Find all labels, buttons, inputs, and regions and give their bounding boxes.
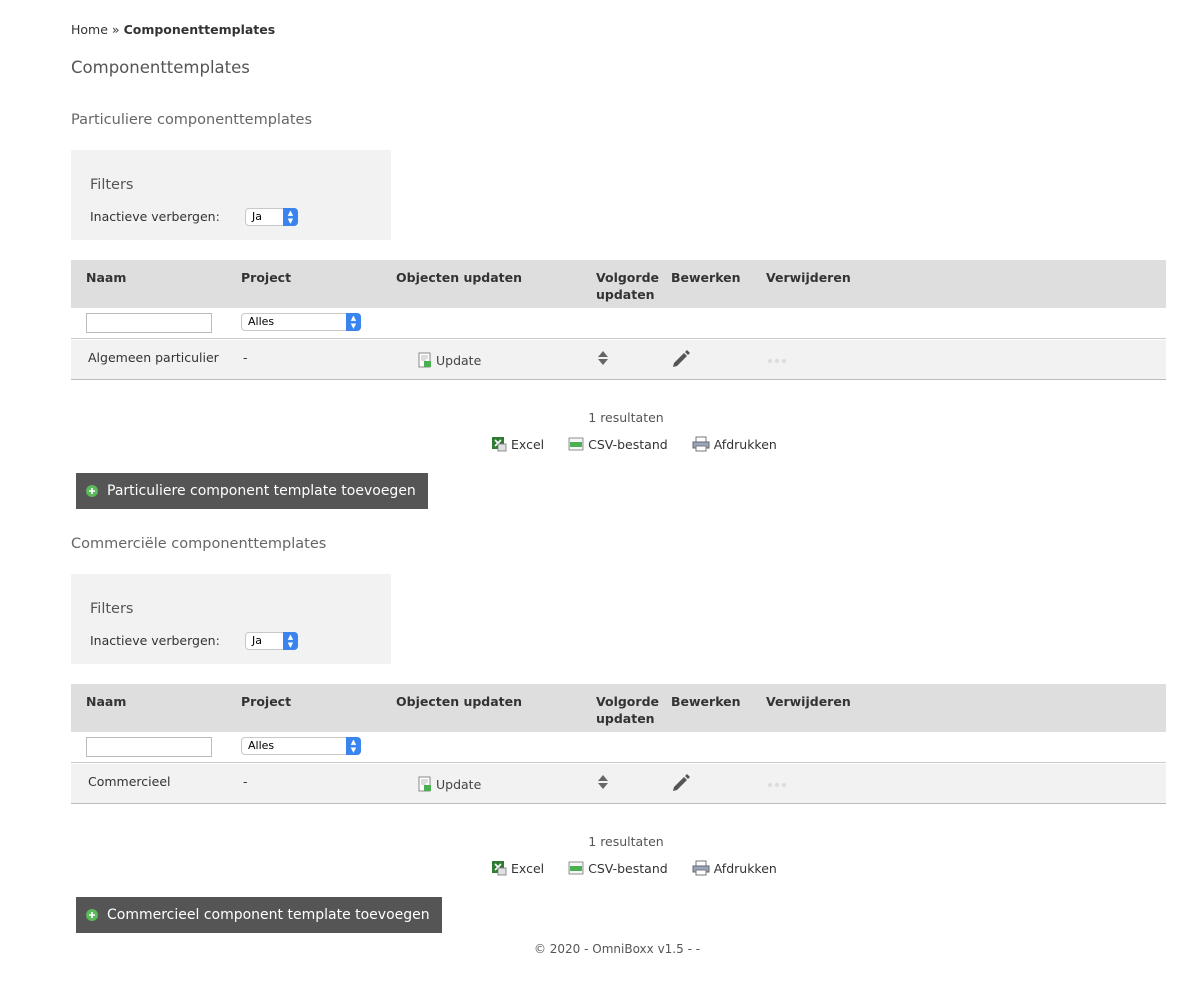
excel-icon	[492, 437, 507, 452]
export-excel-link[interactable]: Excel	[491, 436, 544, 452]
project-filter-select[interactable]: Alles ▲ ▼	[241, 737, 361, 755]
breadcrumb-separator: »	[111, 22, 120, 37]
csv-icon	[568, 437, 584, 451]
sort-order-icon[interactable]	[598, 774, 608, 790]
inactive-filter-label: Inactieve verbergen:	[90, 633, 220, 648]
footer: © 2020 - OmniBoxx v1.5 - -	[533, 942, 701, 956]
result-count: 1 resultaten	[588, 410, 664, 425]
table-header: Naam Project Objecten updaten Volgorde u…	[71, 684, 1166, 732]
row-name: Algemeen particulier	[88, 350, 219, 365]
add-button-label: Particuliere component template toevoege…	[107, 483, 416, 499]
export-csv-link[interactable]: CSV-bestand	[568, 860, 668, 876]
column-header-naam[interactable]: Naam	[86, 269, 126, 286]
column-header-naam[interactable]: Naam	[86, 693, 126, 710]
table-filter-row: Alles ▲ ▼	[71, 308, 1166, 339]
export-excel-label: Excel	[511, 436, 545, 452]
export-print-label: Afdrukken	[713, 436, 777, 452]
column-header-verwijderen: Verwijderen	[766, 694, 851, 709]
printer-icon	[692, 860, 710, 876]
export-links: Excel CSV-bestand Afdrukken	[491, 860, 777, 876]
commercieel-section: Commerciële componenttemplates Filters I…	[71, 536, 1166, 936]
plus-circle-icon	[86, 909, 98, 921]
add-button-label: Commercieel component template toevoegen	[107, 907, 430, 923]
export-csv-label: CSV-bestand	[588, 860, 668, 876]
delete-disabled-icon	[767, 358, 787, 364]
column-header-objecten-updaten: Objecten updaten	[396, 694, 523, 709]
update-label: Update	[436, 352, 482, 368]
excel-icon	[492, 861, 507, 876]
document-update-icon	[418, 352, 431, 368]
edit-pencil-icon[interactable]	[671, 348, 691, 368]
inactive-filter-value: Ja	[252, 210, 262, 223]
project-filter-select[interactable]: Alles ▲ ▼	[241, 313, 361, 331]
inactive-filter-select[interactable]: Ja ▲ ▼	[245, 632, 298, 650]
printer-icon	[692, 436, 710, 452]
row-project: -	[243, 774, 248, 789]
table-row: Algemeen particulier - Update	[71, 340, 1166, 380]
export-excel-link[interactable]: Excel	[491, 860, 544, 876]
table-header: Naam Project Objecten updaten Volgorde u…	[71, 260, 1166, 308]
csv-icon	[568, 861, 584, 875]
name-filter-input[interactable]	[86, 737, 212, 757]
inactive-filter-value: Ja	[252, 634, 262, 647]
update-objects-link[interactable]: Update	[418, 776, 481, 792]
table-filter-row: Alles ▲ ▼	[71, 732, 1166, 763]
column-header-project[interactable]: Project	[241, 693, 291, 710]
export-print-label: Afdrukken	[713, 860, 777, 876]
filters-panel: Filters Inactieve verbergen: Ja ▲ ▼	[71, 150, 391, 240]
column-header-bewerken: Bewerken	[671, 270, 741, 285]
inactive-filter-select[interactable]: Ja ▲ ▼	[245, 208, 298, 226]
add-particulier-template-button[interactable]: Particuliere component template toevoege…	[76, 473, 428, 509]
section-title: Commerciële componenttemplates	[71, 536, 327, 552]
add-commercieel-template-button[interactable]: Commercieel component template toevoegen	[76, 897, 442, 933]
select-arrows-icon: ▲ ▼	[283, 208, 298, 226]
export-excel-label: Excel	[511, 860, 545, 876]
edit-pencil-icon[interactable]	[671, 772, 691, 792]
row-name: Commercieel	[88, 774, 171, 789]
particulier-section: Particuliere componenttemplates Filters …	[71, 112, 1166, 512]
filters-title: Filters	[90, 177, 134, 193]
breadcrumb-home-link[interactable]: Home	[71, 22, 108, 37]
name-filter-input[interactable]	[86, 313, 212, 333]
export-links: Excel CSV-bestand Afdrukken	[491, 436, 777, 452]
document-update-icon	[418, 776, 431, 792]
project-filter-value: Alles	[248, 315, 275, 328]
breadcrumb: Home» Componenttemplates	[71, 22, 275, 37]
inactive-filter-label: Inactieve verbergen:	[90, 209, 220, 224]
update-objects-link[interactable]: Update	[418, 352, 481, 368]
column-header-volgorde-updaten: Volgorde updaten	[596, 694, 659, 726]
export-print-link[interactable]: Afdrukken	[692, 436, 777, 452]
page-title: Componenttemplates	[71, 58, 250, 77]
filters-title: Filters	[90, 601, 134, 617]
plus-circle-icon	[86, 485, 98, 497]
delete-disabled-icon	[767, 782, 787, 788]
column-header-project[interactable]: Project	[241, 269, 291, 286]
column-header-bewerken: Bewerken	[671, 694, 741, 709]
breadcrumb-current: Componenttemplates	[123, 22, 276, 37]
section-title: Particuliere componenttemplates	[71, 112, 313, 128]
column-header-objecten-updaten: Objecten updaten	[396, 270, 523, 285]
sort-order-icon[interactable]	[598, 350, 608, 366]
export-csv-label: CSV-bestand	[588, 436, 668, 452]
select-arrows-icon: ▲ ▼	[346, 737, 361, 755]
select-arrows-icon: ▲ ▼	[283, 632, 298, 650]
result-count: 1 resultaten	[588, 834, 664, 849]
project-filter-value: Alles	[248, 739, 275, 752]
table-row: Commercieel - Update	[71, 764, 1166, 804]
export-csv-link[interactable]: CSV-bestand	[568, 436, 668, 452]
update-label: Update	[436, 776, 482, 792]
select-arrows-icon: ▲ ▼	[346, 313, 361, 331]
row-project: -	[243, 350, 248, 365]
column-header-volgorde-updaten: Volgorde updaten	[596, 270, 659, 302]
export-print-link[interactable]: Afdrukken	[692, 860, 777, 876]
column-header-verwijderen: Verwijderen	[766, 270, 851, 285]
filters-panel: Filters Inactieve verbergen: Ja ▲ ▼	[71, 574, 391, 664]
